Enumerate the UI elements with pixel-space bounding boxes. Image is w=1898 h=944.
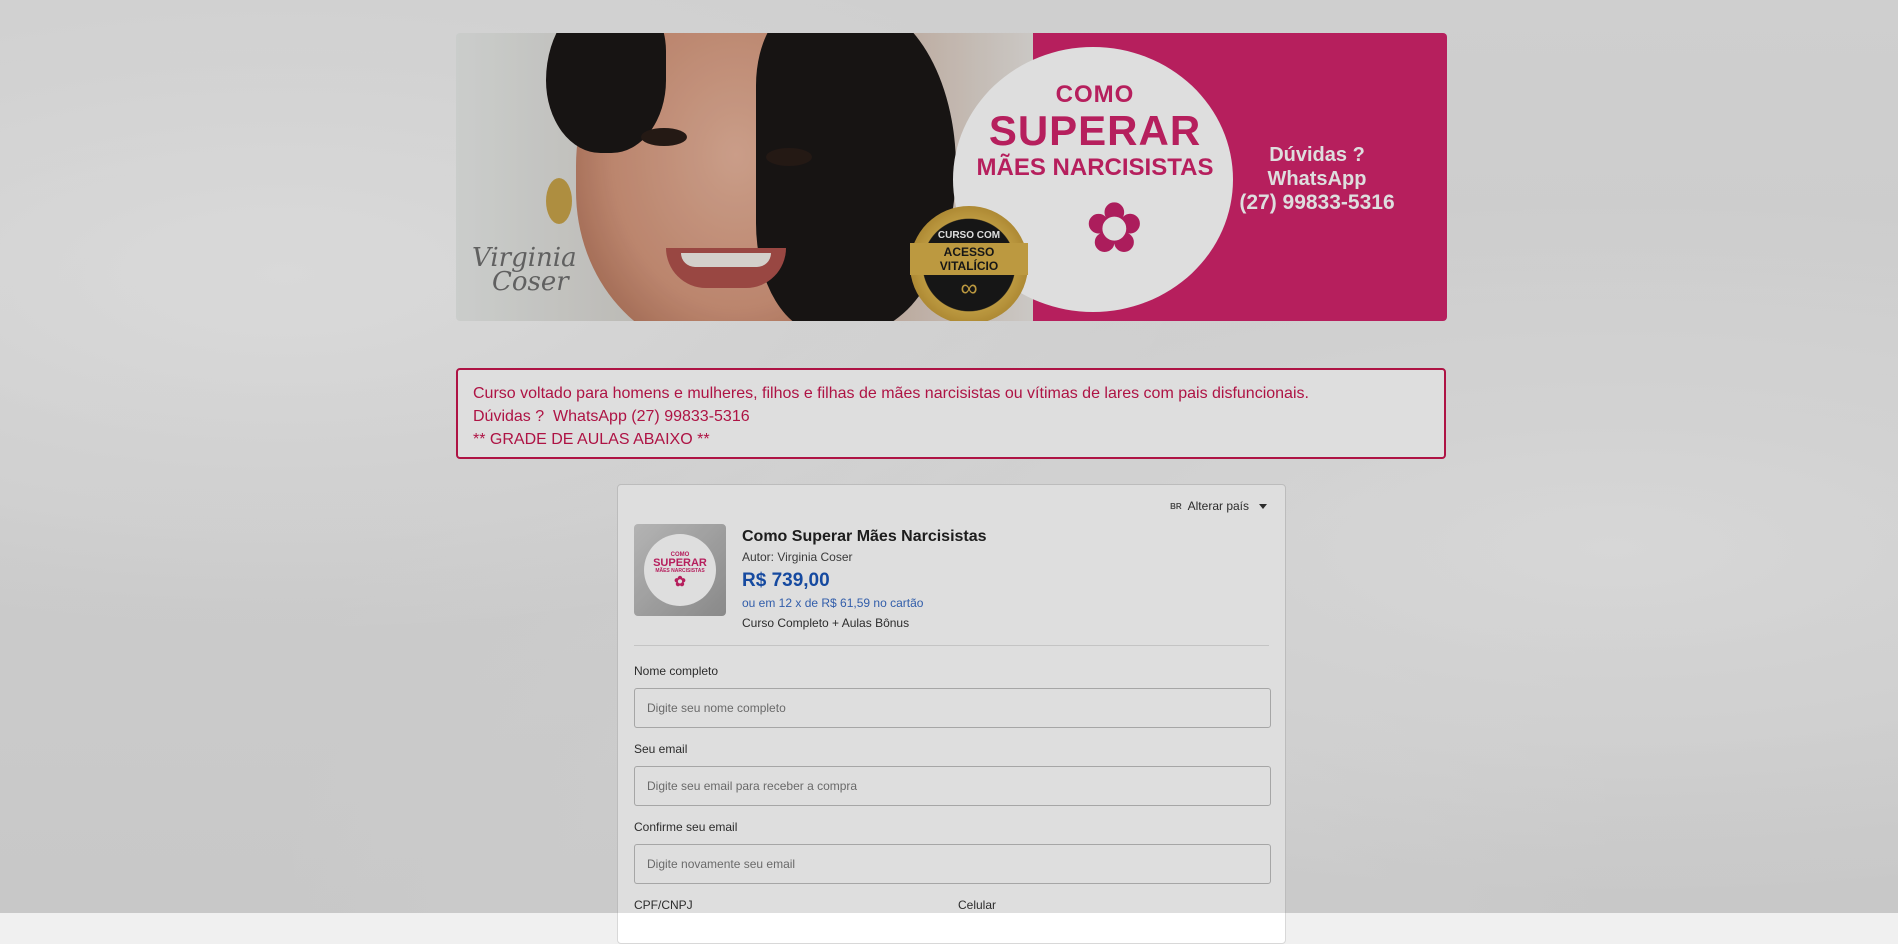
seal-text: ACESSO VITALÍCIO bbox=[910, 242, 1028, 275]
product-installments: ou em 12 x de R$ 61,59 no cartão bbox=[742, 596, 924, 610]
contact-line: Dúvidas ? bbox=[1269, 144, 1365, 166]
chevron-down-icon bbox=[1259, 503, 1267, 509]
course-title-line: MÃES NARCISISTAS bbox=[976, 154, 1214, 181]
confirm-email-input[interactable] bbox=[634, 844, 1271, 884]
infinity-icon: ∞ bbox=[960, 274, 978, 302]
product-summary: COMO SUPERAR MÃES NARCISISTAS ✿ Como Sup… bbox=[634, 524, 987, 630]
course-title-line: COMO bbox=[1055, 81, 1135, 108]
phone-label: Celular bbox=[958, 898, 997, 912]
info-line: ** GRADE DE AULAS ABAIXO ** bbox=[473, 431, 710, 448]
course-title-graphic: COMO SUPERAR MÃES NARCISISTAS bbox=[955, 83, 1235, 180]
seal-text: CURSO COM bbox=[937, 229, 1001, 241]
lotus-icon: ✿ bbox=[674, 573, 686, 589]
cpf-cnpj-label: CPF/CNPJ bbox=[634, 898, 693, 912]
product-price: R$ 739,00 bbox=[742, 570, 830, 591]
contact-line: WhatsApp bbox=[1267, 168, 1367, 190]
divider bbox=[634, 645, 1269, 646]
confirm-email-label: Confirme seu email bbox=[634, 820, 738, 834]
course-banner: Virginia Coser COMO SUPERAR MÃES NARCISI… bbox=[456, 33, 1447, 321]
banner-contact: Dúvidas ? WhatsApp (27) 99833-5316 bbox=[1217, 143, 1417, 215]
thumbnail-title: COMO SUPERAR MÃES NARCISISTAS ✿ bbox=[644, 534, 716, 606]
email-input[interactable] bbox=[634, 766, 1271, 806]
checkout-card: BR Alterar país COMO SUPERAR MÃES NARCIS… bbox=[617, 484, 1286, 944]
banner-pink-panel: COMO SUPERAR MÃES NARCISISTAS ✿ CURSO CO… bbox=[910, 33, 1447, 321]
product-info: Como Superar Mães Narcisistas Autor: Vir… bbox=[742, 524, 987, 630]
earring bbox=[546, 178, 572, 224]
product-name: Como Superar Mães Narcisistas bbox=[742, 528, 987, 545]
instructor-teeth bbox=[681, 253, 771, 267]
instructor-eye bbox=[641, 128, 687, 146]
course-title-line: SUPERAR bbox=[988, 107, 1202, 154]
product-description: Curso Completo + Aulas Bônus bbox=[742, 616, 910, 630]
signature-logo: Virginia Coser bbox=[472, 245, 577, 297]
lifetime-access-seal: CURSO COM ACESSO VITALÍCIO ∞ bbox=[910, 206, 1028, 321]
change-country-button[interactable]: BR Alterar país bbox=[1170, 499, 1267, 513]
info-line: Curso voltado para homens e mulheres, fi… bbox=[473, 385, 1309, 402]
instructor-eye bbox=[766, 148, 812, 166]
country-flag-icon: BR bbox=[1170, 501, 1182, 511]
signature-line: Coser bbox=[492, 267, 569, 297]
email-label: Seu email bbox=[634, 742, 688, 756]
course-info-box: Curso voltado para homens e mulheres, fi… bbox=[456, 368, 1446, 459]
lotus-icon: ✿ bbox=[1085, 189, 1144, 267]
change-country-label: Alterar país bbox=[1187, 499, 1249, 513]
info-line: Dúvidas ? WhatsApp (27) 99833-5316 bbox=[473, 408, 750, 425]
product-thumbnail: COMO SUPERAR MÃES NARCISISTAS ✿ bbox=[634, 524, 726, 616]
contact-phone: (27) 99833-5316 bbox=[1239, 191, 1395, 214]
product-author: Autor: Virginia Coser bbox=[742, 550, 853, 564]
full-name-label: Nome completo bbox=[634, 664, 719, 678]
full-name-input[interactable] bbox=[634, 688, 1271, 728]
